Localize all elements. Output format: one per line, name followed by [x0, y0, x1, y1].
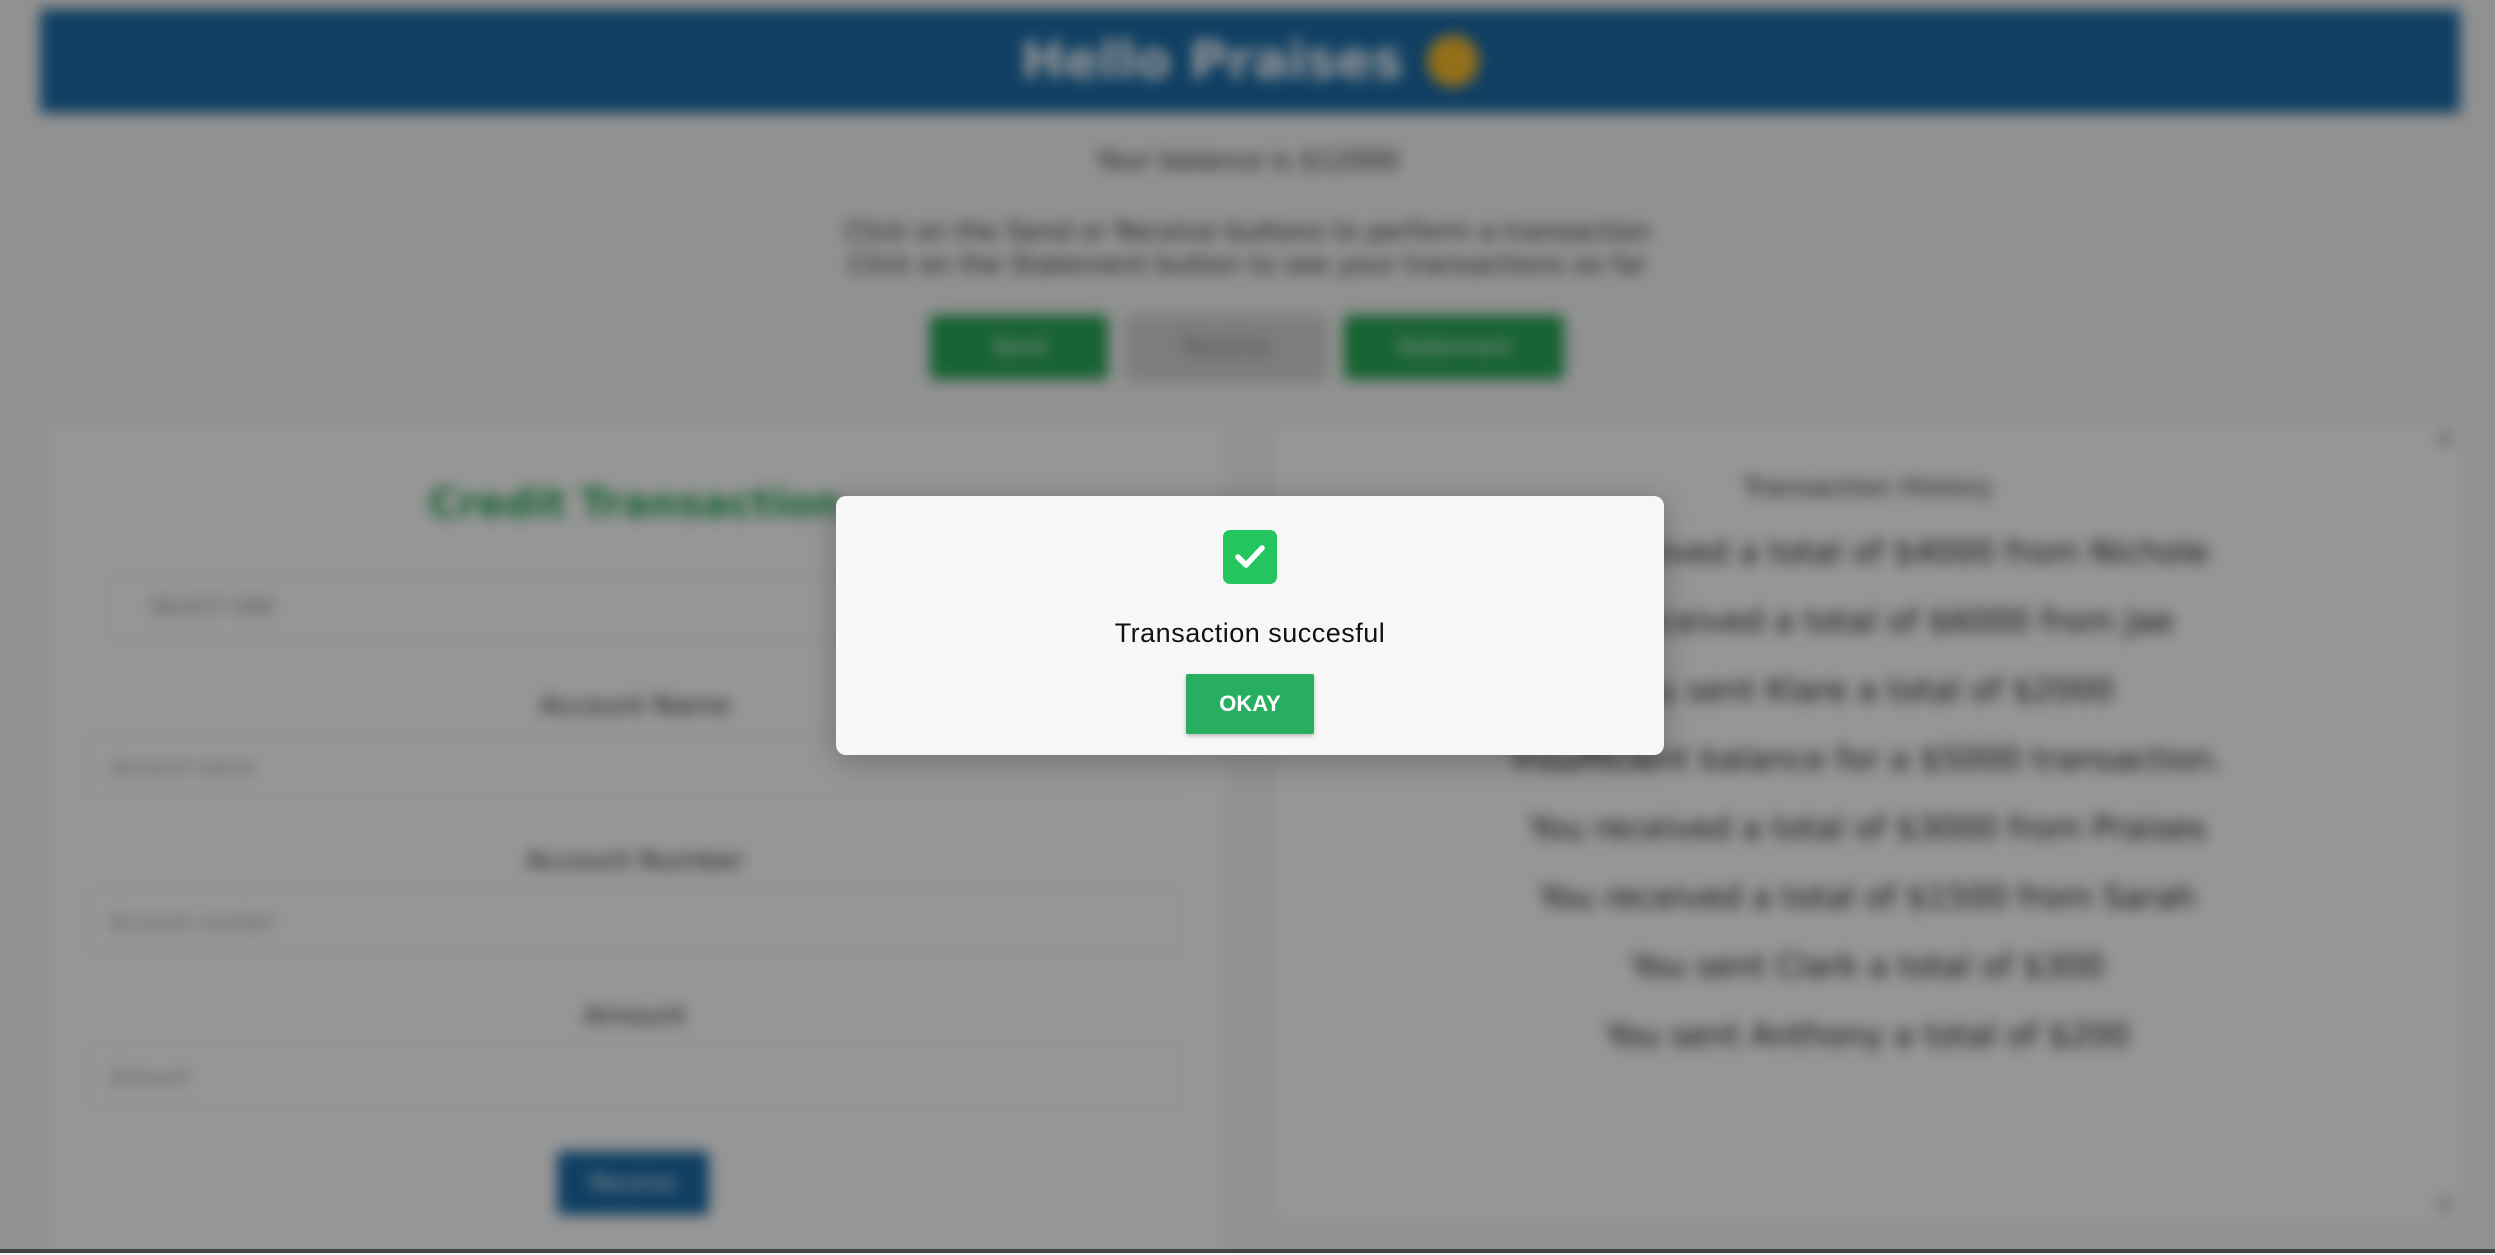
okay-button[interactable]: OKAY	[1186, 674, 1314, 734]
bottom-edge	[0, 1249, 2495, 1253]
dialog-message: Transaction succesful	[1114, 618, 1386, 648]
success-dialog: Transaction succesful OKAY	[836, 496, 1664, 755]
checkmark-icon	[1223, 530, 1277, 584]
